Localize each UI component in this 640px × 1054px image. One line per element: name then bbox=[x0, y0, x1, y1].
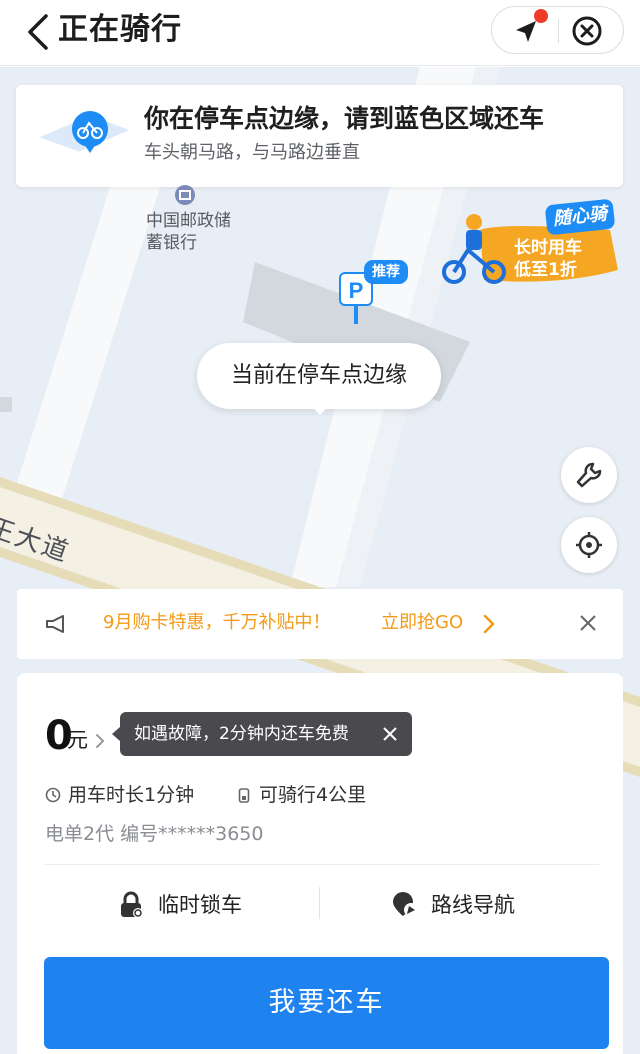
promo-banner[interactable]: 9月购卡特惠，千万补贴中！ 立即抢GO bbox=[17, 589, 623, 659]
close-miniprogram-button[interactable] bbox=[559, 7, 625, 55]
parking-notice-card: 你在停车点边缘，请到蓝色区域还车 车头朝马路，与马路边垂直 bbox=[16, 85, 623, 187]
locate-icon bbox=[576, 532, 602, 558]
wrench-icon bbox=[576, 462, 602, 488]
mini-program-capsule bbox=[491, 6, 624, 54]
megaphone-icon bbox=[46, 615, 64, 633]
ride-range: 可骑行4公里 bbox=[259, 784, 367, 806]
price-unit: 元 bbox=[67, 728, 88, 752]
recommended-tag: 推荐 bbox=[364, 260, 408, 284]
chevron-right-icon[interactable] bbox=[95, 733, 105, 749]
promo-line-2: 低至1折 bbox=[514, 260, 577, 280]
banner-link[interactable]: 立即抢GO bbox=[381, 608, 463, 638]
poi-label: 中国邮政储蓄银行 bbox=[146, 211, 231, 253]
repair-button[interactable] bbox=[561, 447, 617, 503]
battery-icon bbox=[238, 788, 250, 803]
ride-info-sheet: 0 元 如遇故障，2分钟内还车免费 用车时长1分钟 可骑行4公里 电单2代 编号… bbox=[17, 673, 623, 1054]
chevron-left-icon bbox=[28, 14, 48, 50]
notice-title: 你在停车点边缘，请到蓝色区域还车 bbox=[144, 104, 545, 133]
notification-dot bbox=[534, 9, 548, 23]
recenter-button[interactable] bbox=[561, 517, 617, 573]
tip-text: 如遇故障，2分钟内还车免费 bbox=[134, 724, 349, 744]
chevron-right-icon bbox=[483, 614, 495, 634]
bank-poi-icon bbox=[175, 185, 195, 205]
return-bike-button[interactable]: 我要还车 bbox=[44, 957, 609, 1049]
back-button[interactable] bbox=[22, 12, 54, 52]
ride-duration: 用车时长1分钟 bbox=[68, 784, 195, 806]
temporary-lock-button[interactable]: 临时锁车 bbox=[118, 887, 258, 923]
close-circle-icon bbox=[572, 16, 602, 46]
banner-close-icon[interactable] bbox=[578, 613, 598, 633]
banner-text: 9月购卡特惠，千万补贴中！ bbox=[103, 612, 331, 633]
promo-illustration[interactable]: 随心骑 长时用车 低至1折 bbox=[440, 198, 620, 290]
fault-tip-tooltip: 如遇故障，2分钟内还车免费 bbox=[112, 712, 412, 756]
notice-subtitle: 车头朝马路，与马路边垂直 bbox=[144, 142, 360, 163]
location-button[interactable] bbox=[492, 7, 558, 55]
parking-letter: P bbox=[349, 278, 364, 303]
page-title: 正在骑行 bbox=[58, 12, 182, 47]
tip-close-icon[interactable] bbox=[382, 726, 398, 742]
route-navigation-button[interactable]: 路线导航 bbox=[391, 887, 541, 923]
top-bar: 正在骑行 bbox=[0, 0, 640, 66]
route-label: 路线导航 bbox=[431, 893, 515, 917]
parking-area-illustration bbox=[39, 111, 130, 153]
vehicle-model: 电单2代 编号******3650 bbox=[45, 823, 264, 845]
route-icon bbox=[393, 892, 418, 917]
location-status-bubble: 当前在停车点边缘 bbox=[197, 343, 441, 409]
promo-line-1: 长时用车 bbox=[514, 238, 582, 258]
lock-icon bbox=[121, 891, 143, 918]
navigation-arrow-icon bbox=[516, 21, 536, 42]
clock-icon bbox=[45, 787, 61, 803]
lock-label: 临时锁车 bbox=[158, 893, 242, 917]
